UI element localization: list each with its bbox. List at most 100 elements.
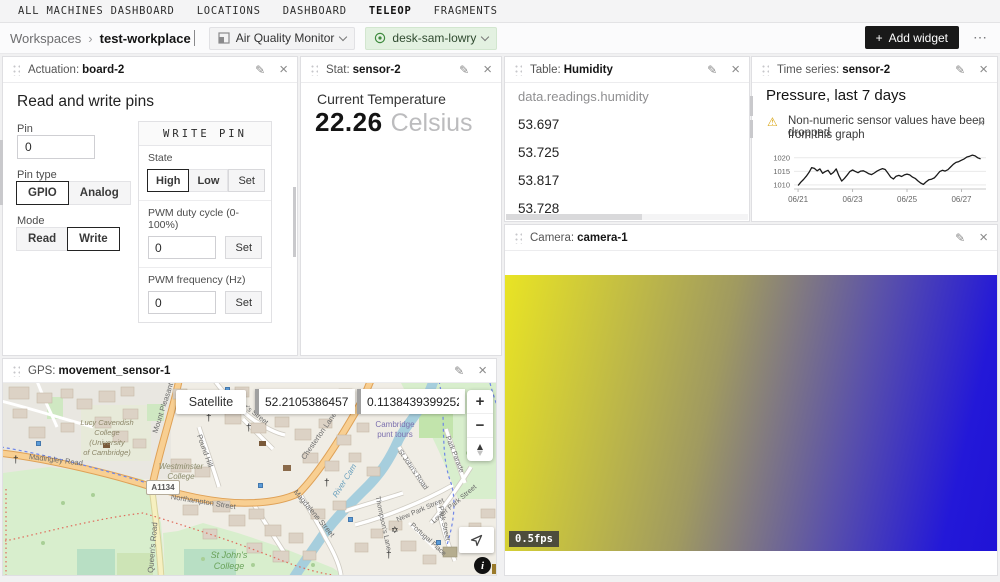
svg-text:1020: 1020 [773, 153, 790, 162]
widget-title: Table:Humidity [530, 64, 613, 76]
edit-pencil-icon[interactable]: ✎ [459, 63, 469, 77]
fragment-selector[interactable]: Air Quality Monitor [209, 27, 356, 50]
drag-handle-icon[interactable] [12, 64, 20, 76]
edit-pencil-icon[interactable]: ✎ [707, 63, 717, 77]
mode-write-button[interactable]: Write [67, 227, 120, 251]
map-museum-icon [283, 465, 291, 471]
camera-stream-image: 0.5fps [505, 275, 997, 551]
add-widget-button[interactable]: + Add widget [865, 26, 959, 49]
map-label-poi: punt tours [377, 431, 413, 439]
compass-reset-button[interactable] [467, 438, 493, 461]
nav-teleop[interactable]: TELEOP [369, 5, 412, 17]
longitude-input[interactable] [357, 389, 465, 414]
state-low-button[interactable]: Low [188, 169, 228, 192]
breadcrumb-workspaces[interactable]: Workspaces [10, 31, 81, 46]
breadcrumb-bar: Workspaces › test-workplace Air Quality … [0, 23, 1000, 54]
workspace-name[interactable]: test-workplace [100, 31, 191, 46]
latitude-input[interactable] [255, 389, 355, 414]
map-label-college: College [214, 562, 245, 571]
map-label-college: College [94, 429, 119, 437]
edit-pencil-icon[interactable]: ✎ [255, 63, 265, 77]
horizontal-scrollbar[interactable] [506, 214, 748, 220]
compass-needle-icon [475, 444, 485, 456]
gps-map[interactable]: Madingley Road Mount Pleasant Northampto… [3, 383, 496, 575]
map-label-college: St John's [211, 551, 248, 560]
more-menu-button[interactable]: ⋯ [973, 29, 988, 46]
stat-value-row: 22.26 Celsius [315, 107, 473, 138]
scrollbar-thumb[interactable] [750, 120, 753, 138]
zoom-in-button[interactable]: + [467, 390, 493, 414]
pwm-duty-section: PWM duty cycle (0-100%) Set [139, 200, 271, 267]
edit-pencil-icon[interactable]: ✎ [955, 231, 965, 245]
map-attribution-button[interactable]: i [474, 557, 491, 574]
actuation-heading: Read and write pins [17, 93, 154, 111]
pwm-freq-section: PWM frequency (Hz) Set [139, 267, 271, 322]
map-label-college: of Cambridge) [83, 449, 131, 457]
pin-input[interactable] [17, 135, 95, 159]
close-icon[interactable]: × [279, 62, 288, 77]
pressure-line-chart: 10101015102006/2106/2306/2506/27 [760, 145, 992, 207]
edit-pencil-icon[interactable]: ✎ [454, 364, 464, 378]
fragment-icon [218, 32, 230, 44]
widget-title: Stat:sensor-2 [326, 64, 401, 76]
widget-title: Time series:sensor-2 [777, 64, 890, 76]
pwm-freq-input[interactable] [148, 291, 216, 314]
pwm-freq-set-button[interactable]: Set [225, 291, 262, 314]
close-icon[interactable]: × [483, 62, 492, 77]
nav-locations[interactable]: LOCATIONS [197, 5, 261, 17]
close-icon[interactable]: × [979, 230, 988, 245]
pwm-duty-input[interactable] [148, 236, 216, 259]
mode-label: Mode [17, 215, 45, 227]
widget-actuation-header: Actuation:board-2 ✎ × [3, 57, 297, 83]
pwm-freq-label: PWM frequency (Hz) [148, 274, 262, 286]
drag-handle-icon[interactable] [514, 64, 522, 76]
table-column-header: data.readings.humidity [518, 89, 649, 104]
teleop-page: ALL MACHINES DASHBOARD LOCATIONS DASHBOA… [0, 0, 1000, 582]
scrollbar-thumb[interactable] [293, 187, 296, 257]
locate-me-button[interactable] [459, 527, 494, 553]
nav-fragments[interactable]: FRAGMENTS [434, 5, 498, 17]
state-set-button[interactable]: Set [228, 169, 265, 192]
machine-selector[interactable]: desk-sam-lowry [365, 27, 497, 50]
machine-selector-label: desk-sam-lowry [392, 31, 476, 45]
widget-title: Camera:camera-1 [530, 232, 628, 244]
church-icon: † [324, 479, 330, 489]
map-monument-icon [492, 564, 496, 574]
map-label-college: (University [89, 439, 124, 447]
zoom-out-button[interactable]: − [467, 414, 493, 438]
widget-actuation: Actuation:board-2 ✎ × Read and write pin… [2, 56, 298, 356]
nav-all-machines-dashboard[interactable]: ALL MACHINES DASHBOARD [18, 5, 175, 17]
map-marker [348, 517, 353, 522]
drag-handle-icon[interactable] [761, 64, 769, 76]
widget-timeseries-header: Time series:sensor-2 ✎ × [752, 57, 997, 83]
pin-type-analog-button[interactable]: Analog [68, 181, 131, 205]
pwm-duty-set-button[interactable]: Set [225, 236, 262, 259]
edit-pencil-icon[interactable]: ✎ [955, 63, 965, 77]
widget-stat-header: Stat:sensor-2 ✎ × [301, 57, 501, 83]
scrollbar-thumb[interactable] [506, 214, 642, 220]
pwm-duty-label: PWM duty cycle (0-100%) [148, 207, 262, 231]
mode-read-button[interactable]: Read [16, 227, 68, 251]
drag-handle-icon[interactable] [310, 64, 318, 76]
table-row: 53.697 [518, 117, 559, 132]
close-icon[interactable]: × [478, 363, 487, 378]
state-high-button[interactable]: High [147, 169, 189, 192]
map-label-college: Lucy Cavendish [80, 419, 133, 427]
church-icon: † [206, 414, 212, 424]
pin-type-gpio-button[interactable]: GPIO [16, 181, 69, 205]
widget-title: Actuation:board-2 [28, 64, 124, 76]
close-icon[interactable]: × [979, 62, 988, 77]
warning-triangle-icon: ⚠ [767, 115, 778, 129]
warning-text: from this graph [788, 129, 865, 141]
widget-stat: Stat:sensor-2 ✎ × Current Temperature 22… [300, 56, 502, 356]
scrollbar-thumb[interactable] [750, 96, 753, 116]
svg-text:06/25: 06/25 [897, 195, 918, 204]
nav-dashboard[interactable]: DASHBOARD [283, 5, 347, 17]
drag-handle-icon[interactable] [514, 232, 522, 244]
drag-handle-icon[interactable] [12, 365, 20, 377]
dismiss-warning-icon[interactable]: × [977, 115, 985, 130]
top-navigation: ALL MACHINES DASHBOARD LOCATIONS DASHBOA… [0, 0, 1000, 23]
scrollbar-thumb[interactable] [0, 140, 3, 205]
satellite-toggle-button[interactable]: Satellite [176, 390, 246, 414]
close-icon[interactable]: × [731, 62, 740, 77]
